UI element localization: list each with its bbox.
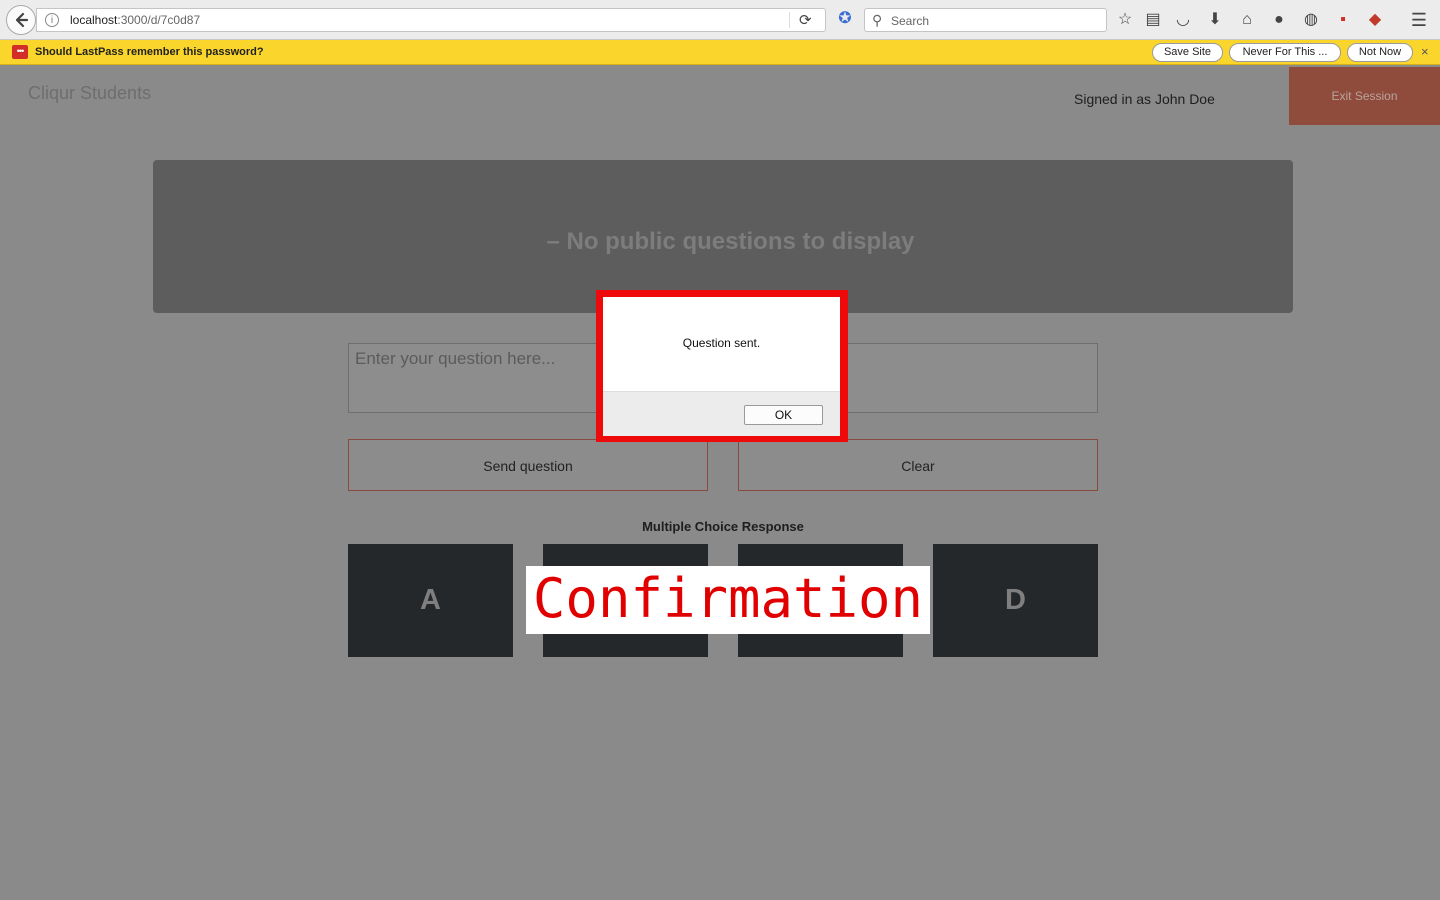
chat-icon[interactable]: ●	[1269, 9, 1289, 31]
bookmark-star-icon[interactable]: ☆	[1115, 9, 1135, 31]
ok-button[interactable]: OK	[744, 405, 823, 425]
download-icon[interactable]: ⬇	[1205, 9, 1225, 31]
address-bar[interactable]: i localhost:3000/d/7c0d87 ⟳	[36, 8, 826, 32]
hamburger-menu-icon[interactable]: ☰	[1409, 9, 1429, 31]
dialog-footer: OK	[603, 391, 840, 436]
lastpass-logo-icon: •••	[12, 45, 28, 59]
pocket-icon[interactable]: ◡	[1173, 9, 1193, 31]
home-icon[interactable]: ⌂	[1237, 9, 1257, 31]
dialog-message: Question sent.	[682, 336, 761, 350]
search-placeholder: Search	[891, 14, 930, 28]
brand-title[interactable]: Cliqur Students	[28, 83, 151, 104]
exit-session-button[interactable]: Exit Session	[1289, 67, 1440, 125]
signed-in-status: Signed in as John Doe	[1074, 91, 1215, 107]
info-icon[interactable]: i	[45, 13, 59, 27]
choice-a-button[interactable]: A	[348, 544, 513, 657]
no-questions-message: – No public questions to display	[546, 228, 915, 255]
lastpass-message: Should LastPass remember this password?	[35, 46, 264, 58]
alert-dialog: Question sent. OK	[603, 297, 840, 436]
search-bar[interactable]: ⚲ Search	[864, 8, 1107, 32]
lastpass-icon[interactable]: ▪	[1333, 9, 1353, 31]
choice-d-button[interactable]: D	[933, 544, 1098, 657]
never-for-this-button[interactable]: Never For This ...	[1229, 43, 1341, 62]
send-question-button[interactable]: Send question	[348, 439, 708, 491]
question-placeholder: Enter your question here...	[355, 349, 556, 368]
reload-icon[interactable]: ⟳	[799, 11, 812, 29]
not-now-button[interactable]: Not Now	[1347, 43, 1413, 62]
page-content: Cliqur Students Signed in as John Doe Ex…	[5, 66, 1440, 900]
globe-icon[interactable]: ◍	[1301, 9, 1321, 31]
close-icon[interactable]: ×	[1421, 44, 1429, 59]
multiple-choice-heading: Multiple Choice Response	[642, 519, 804, 534]
caption-label: Confirmation	[526, 566, 930, 634]
ublock-icon[interactable]: ◆	[1365, 9, 1385, 31]
browser-toolbar: i localhost:3000/d/7c0d87 ⟳ ✪ ⚲ Search ☆…	[0, 0, 1440, 40]
url-divider	[789, 12, 790, 28]
clear-button[interactable]: Clear	[738, 439, 1098, 491]
lastpass-notification-bar: ••• Should LastPass remember this passwo…	[0, 40, 1440, 65]
search-icon: ⚲	[872, 12, 883, 28]
save-site-button[interactable]: Save Site	[1152, 43, 1223, 62]
extension-icon[interactable]: ✪	[836, 9, 854, 29]
back-button[interactable]	[6, 5, 36, 35]
reading-list-icon[interactable]: ▤	[1143, 9, 1163, 31]
caption-text: Confirmation	[532, 567, 924, 630]
url-text: localhost:3000/d/7c0d87	[70, 13, 201, 27]
back-arrow-icon	[15, 12, 29, 28]
